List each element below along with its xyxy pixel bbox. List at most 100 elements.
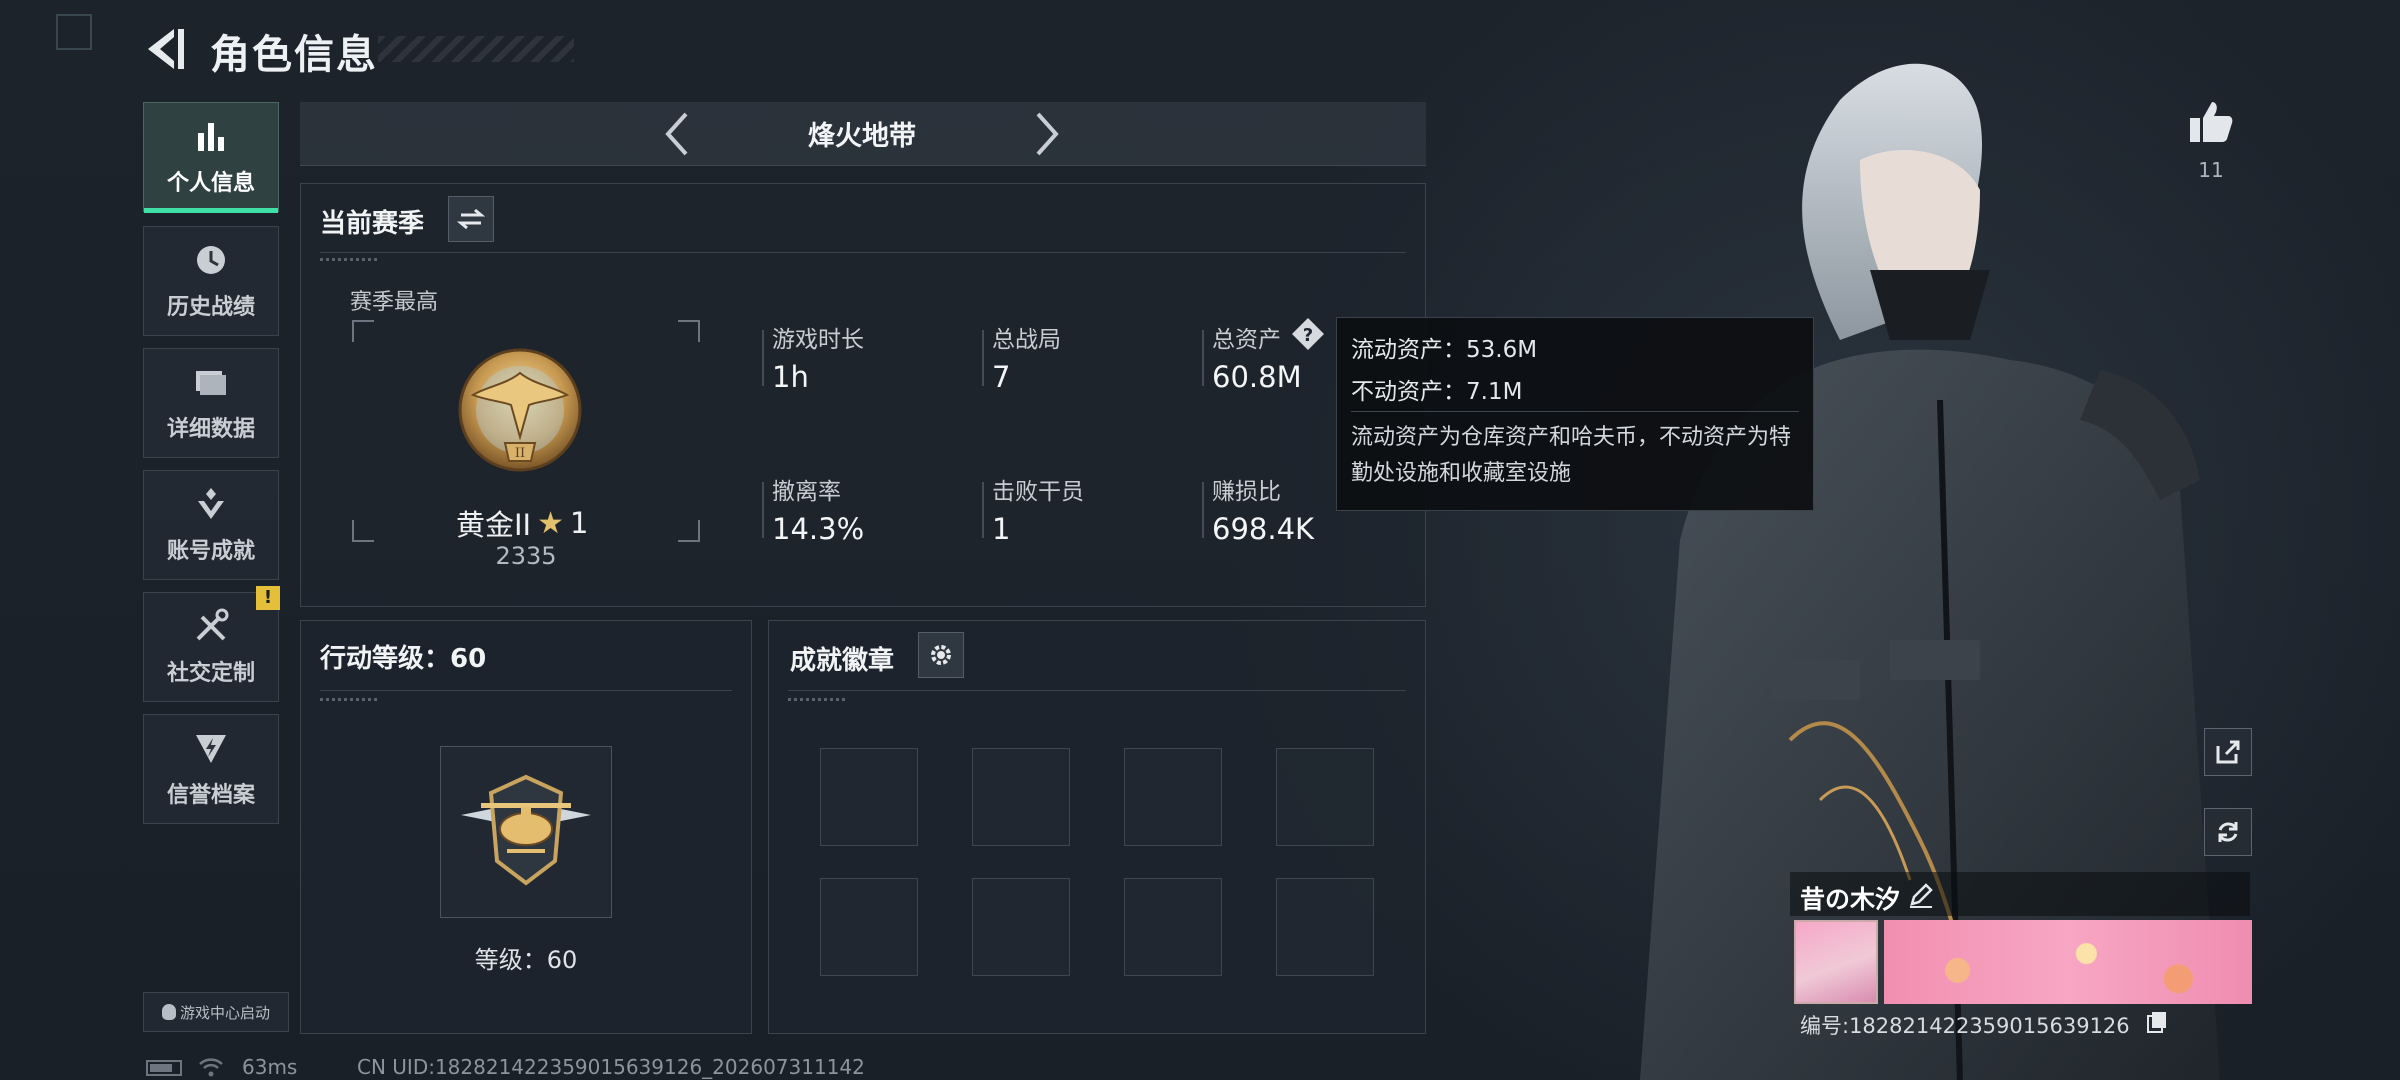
stat-label: 总战局 [992, 327, 1061, 353]
tooltip-description: 流动资产为仓库资产和哈夫币，不动资产为特勤处设施和收藏室设施 [1351, 425, 1792, 486]
profile-banner [1884, 920, 2252, 1004]
achievement-divider [788, 690, 1406, 691]
stat-value: 698.4K [1212, 512, 1315, 546]
sidebar-item-achievements[interactable]: 账号成就 [143, 470, 279, 580]
stat-divider [982, 330, 984, 386]
share-button[interactable] [2204, 728, 2252, 776]
stat-divider [1202, 330, 1204, 386]
badge-slot[interactable] [1276, 878, 1374, 976]
battery-icon [146, 1060, 182, 1076]
sidebar-item-credit[interactable]: 信誉档案 [143, 714, 279, 824]
gold-rank-emblem-icon: II [458, 348, 582, 472]
frame-corner [678, 320, 700, 342]
corner-decoration [56, 14, 92, 50]
badge-slot[interactable] [1124, 878, 1222, 976]
sidebar-item-label: 信誉档案 [166, 783, 255, 808]
fixed-assets: 不动资产：7.1M [1351, 379, 1523, 405]
stat-value: 7 [992, 360, 1011, 394]
bar-chart-icon [198, 123, 224, 151]
level-label: 等级：60 [474, 946, 578, 974]
copy-icon[interactable] [2146, 1010, 2168, 1034]
stat-label: 总资产 [1212, 327, 1281, 353]
stat-divider [1202, 482, 1204, 538]
tools-icon [196, 608, 229, 641]
stat-divider [762, 330, 764, 386]
helicopter-emblem-icon [461, 774, 591, 886]
stat-value: 1h [772, 360, 809, 394]
title-decoration [378, 36, 574, 62]
sidebar-item-label: 详细数据 [166, 417, 255, 442]
season-title: 当前赛季 [320, 209, 425, 239]
folder-icon [196, 371, 226, 395]
decor-line [788, 698, 848, 701]
season-divider [320, 252, 1406, 253]
edit-pencil-icon[interactable] [1908, 882, 1934, 908]
rotate-button[interactable] [2204, 808, 2252, 856]
sidebar-item-history[interactable]: 历史战绩 [143, 226, 279, 336]
badge-slot[interactable] [1276, 748, 1374, 846]
sidebar-item-label: 个人信息 [166, 171, 255, 196]
badge-slot[interactable] [1124, 748, 1222, 846]
game-center-label: 游戏中心启动 [179, 1003, 270, 1022]
star-icon: ★ [537, 505, 565, 541]
uid-text: CN UID:1828214223590156391​26_2026073111… [357, 1055, 865, 1079]
next-mode-icon[interactable] [1030, 110, 1064, 158]
gear-icon [931, 645, 951, 665]
player-name: 昔の木汐 [1800, 885, 1901, 914]
mode-label: 烽火地带 [808, 121, 916, 152]
rank-stars: 1 [570, 506, 589, 540]
frame-corner [352, 520, 374, 542]
badge-slot[interactable] [972, 878, 1070, 976]
stat-value: 1 [992, 512, 1011, 546]
badge-slot[interactable] [820, 878, 918, 976]
svg-text:II: II [515, 446, 525, 461]
badge-slot[interactable] [820, 748, 918, 846]
svg-text:?: ? [1303, 325, 1313, 346]
stat-value: 14.3% [772, 512, 865, 546]
stat-label: 游戏时长 [772, 327, 864, 353]
rank-line: 黄金II ★ 1 [456, 502, 588, 544]
switch-season-button[interactable] [448, 196, 494, 242]
previous-mode-icon[interactable] [660, 110, 694, 158]
sidebar-item-details[interactable]: 详细数据 [143, 348, 279, 458]
qq-icon [161, 1004, 176, 1020]
tooltip-divider [1351, 411, 1799, 412]
sidebar-item-label: 账号成就 [166, 539, 255, 564]
frame-corner [678, 520, 700, 542]
frame-corner [352, 320, 374, 342]
share-icon [2216, 740, 2240, 764]
sidebar-item-personal-info[interactable]: 个人信息 [143, 102, 279, 213]
badge-slot[interactable] [972, 748, 1070, 846]
help-icon[interactable]: ? [1290, 316, 1326, 352]
level-emblem-frame [440, 746, 612, 918]
avatar[interactable] [1794, 920, 1878, 1004]
stat-label: 赚损比 [1212, 479, 1281, 505]
decor-line [320, 258, 380, 261]
stat-divider [982, 482, 984, 538]
badge-settings-button[interactable] [918, 632, 964, 678]
swap-icon [457, 208, 485, 230]
achievement-icon [198, 488, 224, 519]
thumbs-up-icon[interactable] [2186, 96, 2236, 146]
rank-score: 2335 [495, 542, 557, 570]
like-count: 11 [2198, 158, 2224, 182]
wifi-icon [199, 1058, 223, 1077]
page-title: 角色信息 [210, 32, 378, 78]
stat-label: 撤离率 [772, 479, 841, 505]
stat-divider [762, 482, 764, 538]
sidebar-item-label: 历史战绩 [166, 295, 255, 320]
sidebar-item-label: 社交定制 [166, 661, 255, 686]
ping-value: 63ms [242, 1055, 298, 1079]
level-divider [320, 690, 732, 691]
stat-value: 60.8M [1212, 360, 1302, 394]
player-id: 编号:1828214223590156391​26 [1800, 1014, 2130, 1038]
rank-name: 黄金II [456, 508, 532, 542]
notification-badge: ! [256, 586, 280, 610]
season-highest-label: 赛季最高 [350, 290, 439, 315]
level-title: 行动等级：60 [320, 644, 487, 674]
stat-label: 击败干员 [992, 479, 1084, 505]
game-center-button[interactable]: 游戏中心启动 [143, 992, 289, 1032]
refresh-icon [2218, 822, 2238, 842]
back-arrow-icon[interactable] [140, 26, 188, 72]
achievement-title: 成就徽章 [790, 646, 895, 676]
